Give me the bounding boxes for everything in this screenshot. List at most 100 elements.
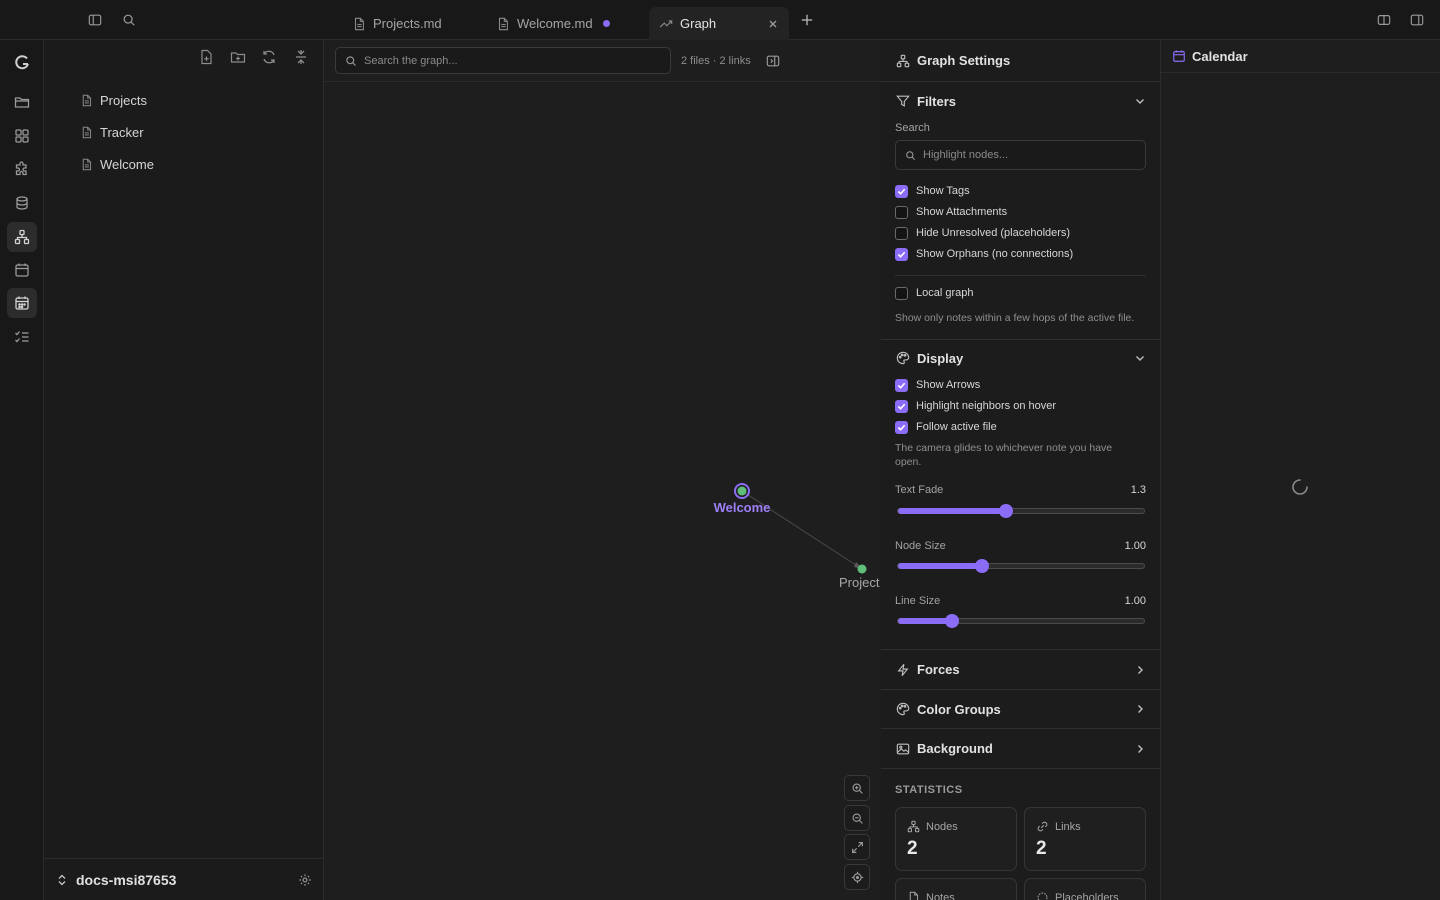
split-view-icon[interactable] xyxy=(1375,11,1393,29)
checkbox[interactable] xyxy=(895,420,908,434)
checkbox[interactable] xyxy=(895,205,908,219)
calendar-view-icon[interactable] xyxy=(7,288,37,318)
plugin-icon[interactable] xyxy=(7,154,37,184)
sidebar-toggle-icon[interactable] xyxy=(86,11,104,29)
calendar-panel: Calendar xyxy=(1161,40,1440,900)
stat-card-placeholders: Placeholders xyxy=(1024,878,1146,900)
file-explorer: Projects Tracker Welcome docs-msi87653 xyxy=(44,40,324,900)
node-size-slider[interactable] xyxy=(897,559,1145,573)
forces-section-header[interactable]: Forces xyxy=(881,650,1160,689)
calendar-icon[interactable] xyxy=(7,255,37,285)
highlight-search[interactable] xyxy=(895,140,1146,170)
slider-label: Text Fade xyxy=(895,484,944,496)
text-fade-slider[interactable] xyxy=(897,504,1145,518)
stat-card-links: Links 2 xyxy=(1024,807,1146,871)
zoom-out-icon xyxy=(851,812,863,824)
vault-switcher[interactable]: docs-msi87653 xyxy=(44,858,324,900)
file-item-tracker[interactable]: Tracker xyxy=(80,120,144,144)
checkbox[interactable] xyxy=(895,226,908,240)
chevron-updown-icon xyxy=(58,874,66,885)
stat-label: Nodes xyxy=(926,820,958,833)
chevron-down-icon xyxy=(1136,99,1144,104)
graph-search-input[interactable] xyxy=(364,54,657,67)
file-label: Tracker xyxy=(100,124,144,140)
display-section-header[interactable]: Display xyxy=(881,347,1160,369)
slider-value: 1.3 xyxy=(1130,484,1146,496)
file-item-welcome[interactable]: Welcome xyxy=(80,152,154,176)
right-sidebar-toggle-icon[interactable] xyxy=(1408,11,1426,29)
search-icon[interactable] xyxy=(120,11,138,29)
locate-icon xyxy=(851,871,863,883)
divider xyxy=(881,768,1160,769)
placeholder-icon xyxy=(1037,892,1048,900)
checkbox[interactable] xyxy=(895,378,908,392)
graph-view[interactable]: 2 files · 2 links Welcome Project xyxy=(324,40,881,900)
checkbox[interactable] xyxy=(895,247,908,261)
graph-node-project[interactable] xyxy=(857,564,867,574)
highlight-nodes-input[interactable] xyxy=(923,149,1139,161)
graph-canvas[interactable]: Welcome Project xyxy=(324,82,881,900)
graph-node-label: Welcome xyxy=(714,500,771,515)
display-title: Display xyxy=(917,350,964,366)
tab-projects[interactable]: Projects.md xyxy=(342,7,482,40)
divider xyxy=(895,275,1146,276)
color-groups-section-header[interactable]: Color Groups xyxy=(881,690,1160,728)
tab-welcome[interactable]: Welcome.md xyxy=(486,7,636,40)
checkbox[interactable] xyxy=(895,399,908,413)
database-icon[interactable] xyxy=(7,188,37,218)
zoom-out-button[interactable] xyxy=(844,805,870,831)
ribbon xyxy=(0,40,44,900)
locate-button[interactable] xyxy=(844,864,870,890)
toggle-settings-panel-icon[interactable] xyxy=(766,54,780,68)
checkbox-show-tags[interactable]: Show Tags xyxy=(895,184,970,198)
checkbox-label: Hide Unresolved (placeholders) xyxy=(916,227,1071,239)
app-logo-icon[interactable] xyxy=(7,47,37,77)
filter-icon xyxy=(896,95,910,107)
graph-trend-icon xyxy=(659,19,673,27)
checkbox-show-orphans[interactable]: Show Orphans (no connections) xyxy=(895,247,1073,261)
forces-title: Forces xyxy=(917,662,960,677)
graph-node-welcome-core xyxy=(737,486,747,496)
fit-view-button[interactable] xyxy=(844,834,870,860)
new-note-icon[interactable] xyxy=(198,49,214,65)
tab-graph[interactable]: Graph xyxy=(649,7,789,40)
checkbox-hide-unresolved[interactable]: Hide Unresolved (placeholders) xyxy=(895,226,1070,240)
filters-title: Filters xyxy=(917,93,957,109)
filters-section-header[interactable]: Filters xyxy=(881,90,1160,112)
gear-icon[interactable] xyxy=(298,873,312,887)
graph-view-icon[interactable] xyxy=(7,222,37,252)
checkbox-follow-active-file[interactable]: Follow active file xyxy=(895,420,997,434)
zoom-in-button[interactable] xyxy=(844,775,870,801)
tab-label: Projects.md xyxy=(373,16,442,31)
collapse-all-icon[interactable] xyxy=(293,49,309,65)
task-list-icon[interactable] xyxy=(7,322,37,352)
stat-card-notes: Notes xyxy=(895,878,1017,900)
checkbox-show-attachments[interactable]: Show Attachments xyxy=(895,205,1007,219)
slider-thumb[interactable] xyxy=(999,504,1014,518)
checkbox-local-graph[interactable]: Local graph xyxy=(895,286,974,300)
image-icon xyxy=(896,743,910,754)
new-tab-icon[interactable] xyxy=(798,11,816,29)
graph-search[interactable] xyxy=(335,47,671,74)
checkbox[interactable] xyxy=(895,184,908,198)
checkbox[interactable] xyxy=(895,286,908,300)
background-section-header[interactable]: Background xyxy=(881,729,1160,768)
checkbox-show-arrows[interactable]: Show Arrows xyxy=(895,378,980,392)
checkbox-highlight-neighbors[interactable]: Highlight neighbors on hover xyxy=(895,399,1056,413)
file-label: Projects xyxy=(100,92,147,108)
folder-icon[interactable] xyxy=(7,87,37,117)
close-icon[interactable] xyxy=(767,18,779,30)
unsaved-dot xyxy=(602,20,610,27)
graph-toolbar: 2 files · 2 links xyxy=(324,40,881,82)
slider-thumb[interactable] xyxy=(974,559,989,573)
calendar-header: Calendar xyxy=(1161,40,1440,73)
refresh-icon[interactable] xyxy=(261,49,277,65)
file-item-projects[interactable]: Projects xyxy=(80,88,147,112)
line-size-slider[interactable] xyxy=(897,614,1145,628)
new-folder-icon[interactable] xyxy=(230,49,246,65)
slider-thumb[interactable] xyxy=(945,614,960,628)
checkbox-label: Show Tags xyxy=(916,185,970,197)
grid-icon[interactable] xyxy=(7,121,37,151)
graph-stats: 2 files · 2 links xyxy=(681,55,751,67)
stat-value: 2 xyxy=(907,838,918,859)
